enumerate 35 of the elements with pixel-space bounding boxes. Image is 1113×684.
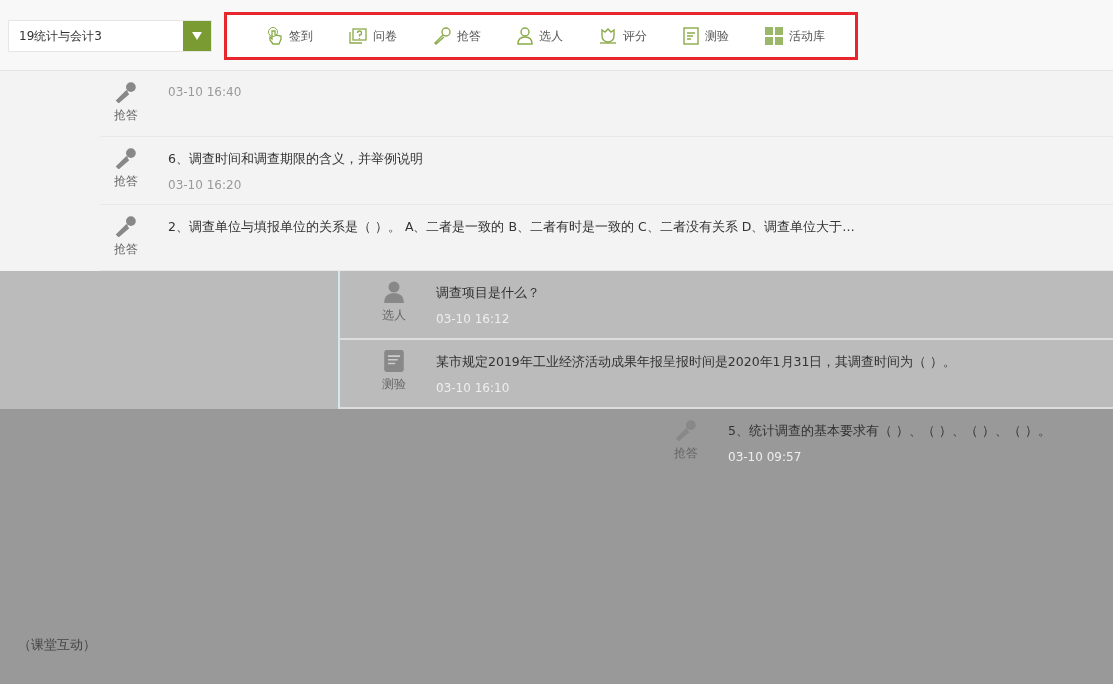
activity-title[interactable]: 调查项目是什么？ — [436, 285, 540, 302]
toolbar-button[interactable]: 问卷 — [335, 21, 411, 51]
class-select[interactable]: 19统计与会计3 — [8, 20, 212, 52]
activity-type-label: 抢答 — [114, 241, 138, 258]
toolbar-button[interactable]: 测验 — [669, 21, 743, 51]
question-cards-icon — [349, 28, 367, 44]
activity-title[interactable]: 5、统计调查的基本要求有（ ）、（ ）、（ ）、（ ）。 — [728, 423, 1051, 440]
activity-title[interactable]: 2、调查单位与填报单位的关系是（ ）。 A、二者是一致的 B、二者有时是一致的 C、二者没有关系 D、调查单位大于… — [168, 219, 855, 236]
toolbar-button[interactable]: 选人 — [503, 21, 577, 51]
microphone-icon — [115, 147, 137, 169]
caption: （课堂互动） — [0, 636, 1113, 684]
quiz-sheet-icon — [683, 27, 699, 45]
toolbar-button[interactable]: 活动库 — [751, 21, 839, 51]
toolbar-button[interactable]: 评分 — [585, 21, 661, 51]
flower-icon — [599, 27, 617, 45]
toolbar-button[interactable]: 抢答 — [419, 21, 495, 51]
activity-time: 03-10 09:57 — [728, 450, 803, 464]
activity-type-label: 抢答 — [114, 173, 138, 190]
person-icon — [383, 281, 405, 303]
activity-title[interactable]: 6、调查时间和调查期限的含义，并举例说明 — [168, 151, 423, 168]
microphone-icon — [115, 81, 137, 103]
activity-type-label: 测验 — [382, 376, 406, 393]
activity-type-label: 选人 — [382, 307, 406, 324]
microphone-icon — [433, 27, 451, 45]
microphone-icon — [115, 215, 137, 237]
activity-time: 03-10 16:20 — [168, 178, 243, 192]
person-icon — [517, 27, 533, 45]
toolbar-button[interactable]: 签到 — [253, 21, 327, 51]
activity-time: 03-10 16:40 — [168, 85, 242, 99]
dropdown-arrow-icon — [192, 32, 202, 40]
activity-title[interactable]: 某市规定2019年工业经济活动成果年报呈报时间是2020年1月31日，其调查时间为（ ）。 — [436, 354, 957, 371]
grid-icon — [765, 27, 783, 45]
activity-type-label: 抢答 — [114, 107, 138, 124]
hand-pointer-icon — [267, 27, 283, 45]
quiz-sheet-icon — [384, 350, 404, 372]
